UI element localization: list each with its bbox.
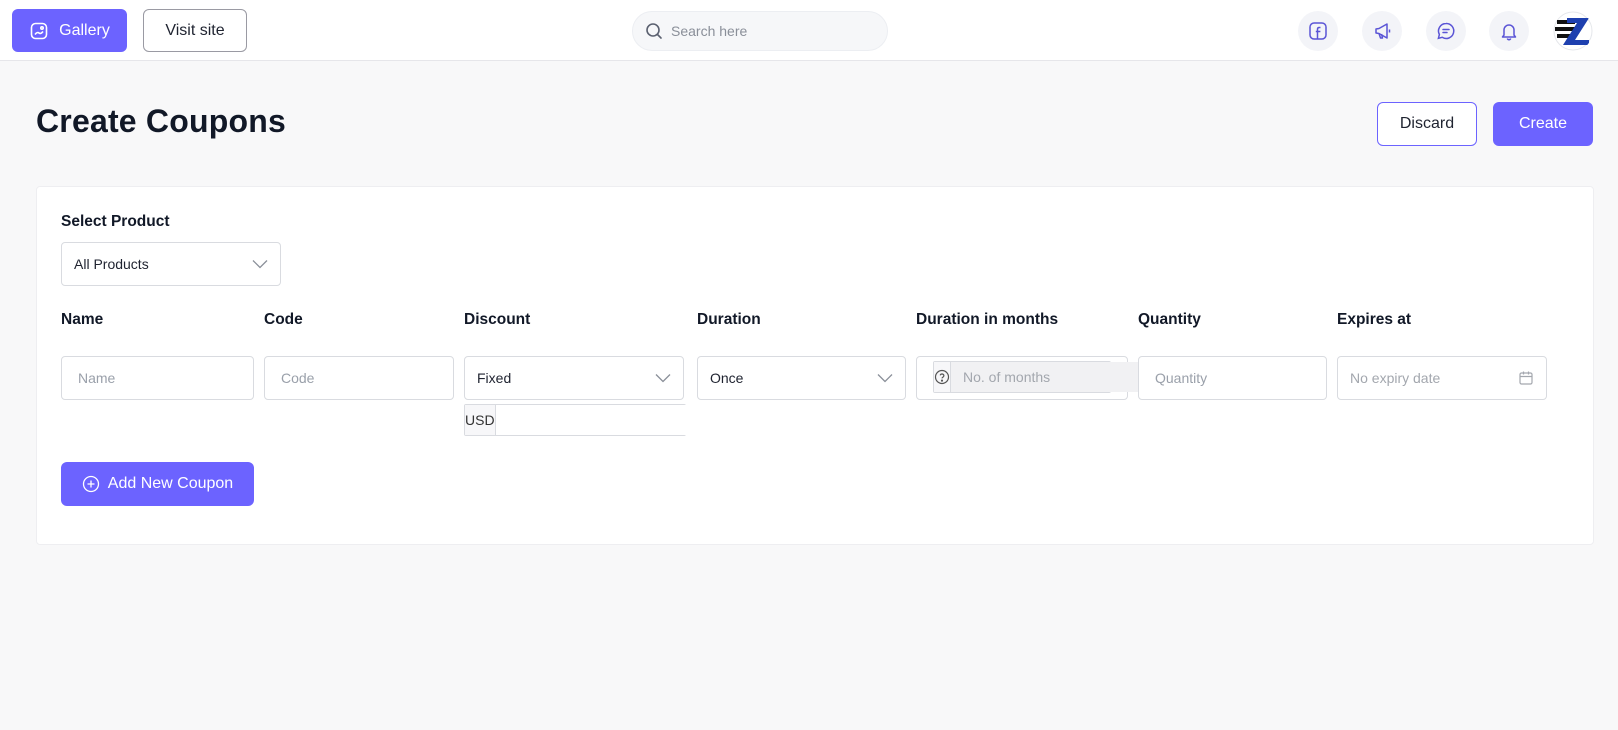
search-icon (646, 23, 662, 39)
coupon-name-input[interactable] (61, 356, 254, 400)
create-button[interactable]: Create (1493, 102, 1593, 146)
chat-icon (1437, 22, 1455, 40)
gallery-icon (30, 22, 48, 39)
avatar[interactable] (1553, 11, 1593, 51)
notifications-button[interactable] (1489, 11, 1529, 51)
months-help-addon[interactable] (934, 362, 951, 392)
discount-amount-input[interactable] (495, 405, 693, 435)
coupon-code-input[interactable] (264, 356, 454, 400)
duration-months-input[interactable] (951, 362, 1156, 392)
discount-amount-group: USD (464, 404, 693, 436)
facebook-icon (1309, 22, 1327, 40)
messages-button[interactable] (1426, 11, 1466, 51)
discount-type-select[interactable]: Fixed (464, 356, 684, 400)
code-column-label: Code (264, 311, 303, 328)
discount-type-value: Fixed (477, 370, 512, 386)
calendar-icon (1519, 371, 1533, 385)
months-input-group (933, 361, 1156, 393)
add-new-coupon-button[interactable]: Add New Coupon (61, 462, 254, 506)
visit-site-button[interactable]: Visit site (143, 9, 247, 52)
expiry-date-picker[interactable]: No expiry date (1337, 356, 1547, 400)
duration-column-label: Duration (697, 311, 761, 328)
megaphone-icon (1375, 23, 1391, 39)
bell-icon (1501, 24, 1517, 41)
duration-months-field (916, 356, 1156, 400)
name-column-label: Name (61, 311, 104, 328)
help-icon (934, 369, 950, 385)
duration-select[interactable]: Once (697, 356, 906, 400)
currency-addon: USD (465, 405, 496, 435)
page-title: Create Coupons (36, 103, 286, 139)
announcements-button[interactable] (1362, 11, 1402, 51)
chevron-down-icon (655, 374, 671, 383)
plus-circle-icon (82, 475, 99, 493)
product-select-value: All Products (74, 256, 149, 272)
add-new-coupon-label: Add New Coupon (107, 475, 234, 492)
product-select[interactable]: All Products (61, 242, 281, 286)
duration-value: Once (710, 370, 744, 386)
chevron-down-icon (877, 374, 893, 383)
gallery-button[interactable]: Gallery (12, 9, 127, 52)
quantity-input[interactable] (1138, 356, 1327, 400)
select-product-label: Select Product (61, 213, 170, 230)
gallery-label: Gallery (59, 21, 110, 39)
discard-button[interactable]: Discard (1377, 102, 1477, 146)
search-bar[interactable] (632, 11, 888, 51)
duration-months-column-label: Duration in months (916, 311, 1059, 328)
search-input[interactable] (671, 23, 871, 39)
expires-at-column-label: Expires at (1337, 311, 1412, 328)
quantity-column-label: Quantity (1138, 311, 1201, 328)
chevron-down-icon (252, 260, 268, 269)
brand-logo-icon (1553, 11, 1593, 51)
expiry-date-placeholder: No expiry date (1350, 370, 1441, 386)
top-bar: Gallery Visit site (0, 0, 1618, 61)
discount-column-label: Discount (464, 311, 531, 328)
facebook-button[interactable] (1298, 11, 1338, 51)
